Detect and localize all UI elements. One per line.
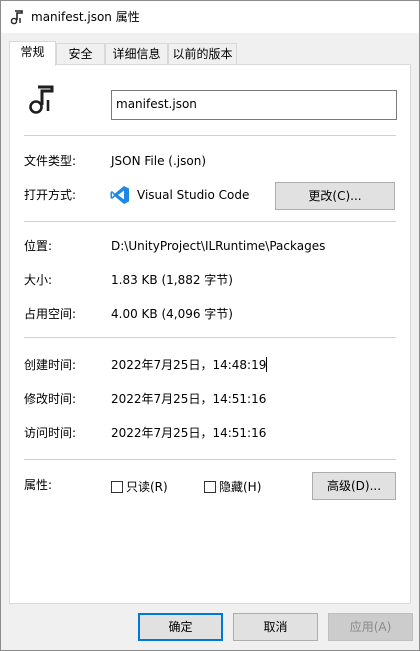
created-label: 创建时间: bbox=[24, 358, 77, 372]
separator bbox=[24, 135, 396, 136]
tab-details[interactable]: 详细信息 bbox=[105, 43, 168, 65]
hidden-checkbox[interactable] bbox=[204, 481, 216, 493]
general-panel: manifest.json 文件类型: JSON File (.json) 打开… bbox=[9, 64, 411, 604]
tab-strip: 常规 安全 详细信息 以前的版本 bbox=[1, 41, 420, 66]
tab-security[interactable]: 安全 bbox=[56, 43, 105, 65]
location-value: D:\UnityProject\ILRuntime\Packages bbox=[111, 239, 326, 253]
size-label: 大小: bbox=[24, 273, 53, 287]
modified-label: 修改时间: bbox=[24, 392, 77, 406]
properties-dialog: manifest.json 属性 常规 安全 详细信息 以前的版本 manife… bbox=[0, 0, 420, 651]
window-title: manifest.json 属性 bbox=[31, 10, 140, 24]
open-with-label: 打开方式: bbox=[24, 188, 77, 202]
modified-value: 2022年7月25日，14:51:16 bbox=[111, 392, 267, 406]
readonly-checkbox[interactable] bbox=[111, 481, 123, 493]
accessed-label: 访问时间: bbox=[24, 426, 77, 440]
open-with-app: Visual Studio Code bbox=[137, 188, 250, 202]
separator bbox=[24, 459, 396, 460]
text-caret bbox=[266, 357, 268, 372]
apply-button[interactable]: 应用(A) bbox=[328, 613, 413, 641]
visual-studio-code-icon bbox=[110, 186, 129, 204]
title-bar: manifest.json 属性 bbox=[1, 1, 419, 33]
file-type-label: 文件类型: bbox=[24, 154, 77, 168]
tab-general[interactable]: 常规 bbox=[9, 41, 56, 66]
advanced-button[interactable]: 高级(D)... bbox=[312, 472, 396, 500]
size-on-disk-value: 4.00 KB (4,096 字节) bbox=[111, 307, 233, 321]
tab-previous-versions[interactable]: 以前的版本 bbox=[168, 43, 237, 65]
file-name-input[interactable]: manifest.json bbox=[111, 90, 397, 120]
accessed-value: 2022年7月25日，14:51:16 bbox=[111, 426, 267, 440]
size-value: 1.83 KB (1,882 字节) bbox=[111, 273, 233, 287]
file-icon bbox=[10, 10, 23, 25]
hidden-label[interactable]: 隐藏(H) bbox=[219, 479, 261, 495]
separator bbox=[24, 221, 396, 222]
attributes-label: 属性: bbox=[24, 478, 53, 492]
ok-button[interactable]: 确定 bbox=[138, 613, 223, 641]
file-type-value: JSON File (.json) bbox=[111, 154, 206, 168]
separator bbox=[24, 337, 396, 338]
created-value: 2022年7月25日，14:48:19 bbox=[111, 357, 268, 373]
readonly-label[interactable]: 只读(R) bbox=[126, 479, 168, 495]
change-button[interactable]: 更改(C)... bbox=[275, 182, 395, 210]
cancel-button[interactable]: 取消 bbox=[233, 613, 318, 641]
created-value-text: 2022年7月25日，14:48:19 bbox=[111, 358, 267, 372]
size-on-disk-label: 占用空间: bbox=[24, 307, 77, 321]
json-file-icon bbox=[29, 85, 54, 114]
location-label: 位置: bbox=[24, 239, 53, 253]
